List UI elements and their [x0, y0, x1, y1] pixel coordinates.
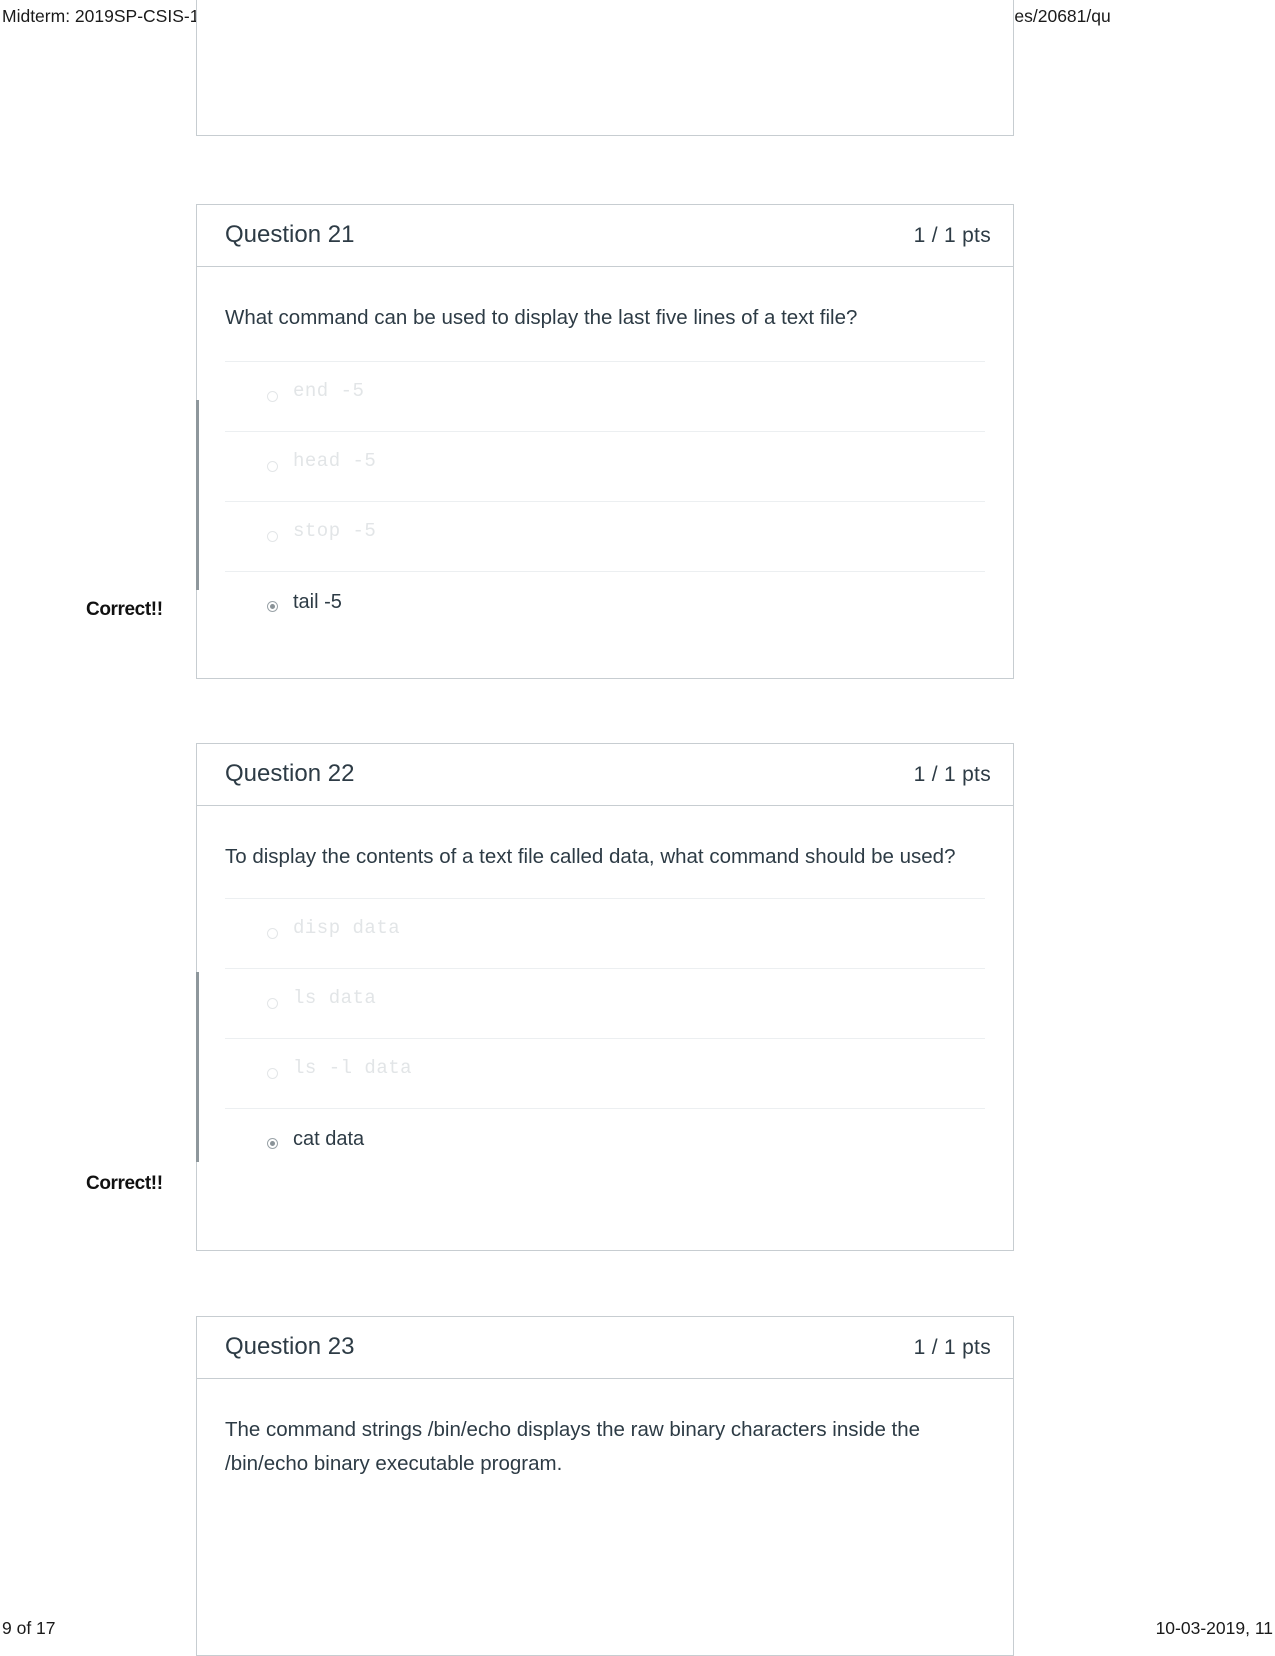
question-card-22: Question 22 1 / 1 pts To display the con…: [196, 743, 1014, 1251]
question-text-21: What command can be used to display the …: [225, 306, 858, 329]
question-title-23: Question 23: [225, 1333, 355, 1360]
answer-list-21: end -5 head -5 stop -5 tail -5: [197, 361, 1013, 665]
question-points-23: 1 / 1 pts: [913, 1336, 991, 1359]
question-card-23: Question 23 1 / 1 pts The command string…: [196, 1316, 1014, 1656]
radio-unselected-icon[interactable]: [267, 461, 278, 472]
question-card-21: Question 21 1 / 1 pts What command can b…: [196, 204, 1014, 679]
question-header-22: Question 22 1 / 1 pts: [197, 744, 1013, 806]
radio-unselected-icon[interactable]: [267, 998, 278, 1009]
selected-answer-accent-bar: [196, 400, 199, 590]
answer-label: head -5: [293, 450, 377, 472]
question-text-23: The command strings /bin/echo displays t…: [225, 1418, 921, 1475]
answer-label: ls data: [293, 987, 377, 1009]
answer-label: end -5: [293, 380, 365, 402]
answer-option-selected[interactable]: tail -5: [225, 571, 985, 641]
answer-option[interactable]: stop -5: [225, 501, 985, 571]
print-footer-page-number: 9 of 17: [2, 1618, 56, 1638]
radio-unselected-icon[interactable]: [267, 391, 278, 402]
print-footer: 9 of 17 10-03-2019, 11: [0, 1618, 1275, 1642]
radio-unselected-icon[interactable]: [267, 928, 278, 939]
answer-list-22: disp data ls data ls -l data cat data: [197, 898, 1013, 1202]
question-points-21: 1 / 1 pts: [913, 224, 991, 247]
answer-label: stop -5: [293, 520, 377, 542]
correct-flag-21: Correct!!: [86, 599, 163, 620]
radio-selected-icon[interactable]: [267, 1138, 278, 1149]
question-body-22: To display the contents of a text file c…: [197, 806, 1013, 1202]
print-footer-timestamp: 10-03-2019, 11: [1155, 1618, 1273, 1638]
question-card-partial: [196, 0, 1014, 136]
question-text-22: To display the contents of a text file c…: [225, 845, 956, 868]
question-title-21: Question 21: [225, 221, 355, 248]
answer-option[interactable]: end -5: [225, 361, 985, 431]
selected-answer-accent-bar: [196, 972, 199, 1162]
question-header-23: Question 23 1 / 1 pts: [197, 1317, 1013, 1379]
radio-selected-icon[interactable]: [267, 601, 278, 612]
radio-unselected-icon[interactable]: [267, 531, 278, 542]
answer-label: tail -5: [293, 591, 342, 613]
correct-flag-22: Correct!!: [86, 1173, 163, 1194]
answer-label: ls -l data: [293, 1057, 413, 1079]
question-body-21: What command can be used to display the …: [197, 267, 1013, 665]
answer-label: cat data: [293, 1128, 365, 1150]
answer-label: disp data: [293, 917, 401, 939]
question-title-22: Question 22: [225, 760, 355, 787]
radio-unselected-icon[interactable]: [267, 1068, 278, 1079]
question-header-21: Question 21 1 / 1 pts: [197, 205, 1013, 267]
answer-option-selected[interactable]: cat data: [225, 1108, 985, 1178]
question-body-23: The command strings /bin/echo displays t…: [197, 1379, 1013, 1481]
answer-option[interactable]: head -5: [225, 431, 985, 501]
answer-option[interactable]: ls data: [225, 968, 985, 1038]
answer-option[interactable]: disp data: [225, 898, 985, 968]
answer-option[interactable]: ls -l data: [225, 1038, 985, 1108]
question-points-22: 1 / 1 pts: [913, 763, 991, 786]
